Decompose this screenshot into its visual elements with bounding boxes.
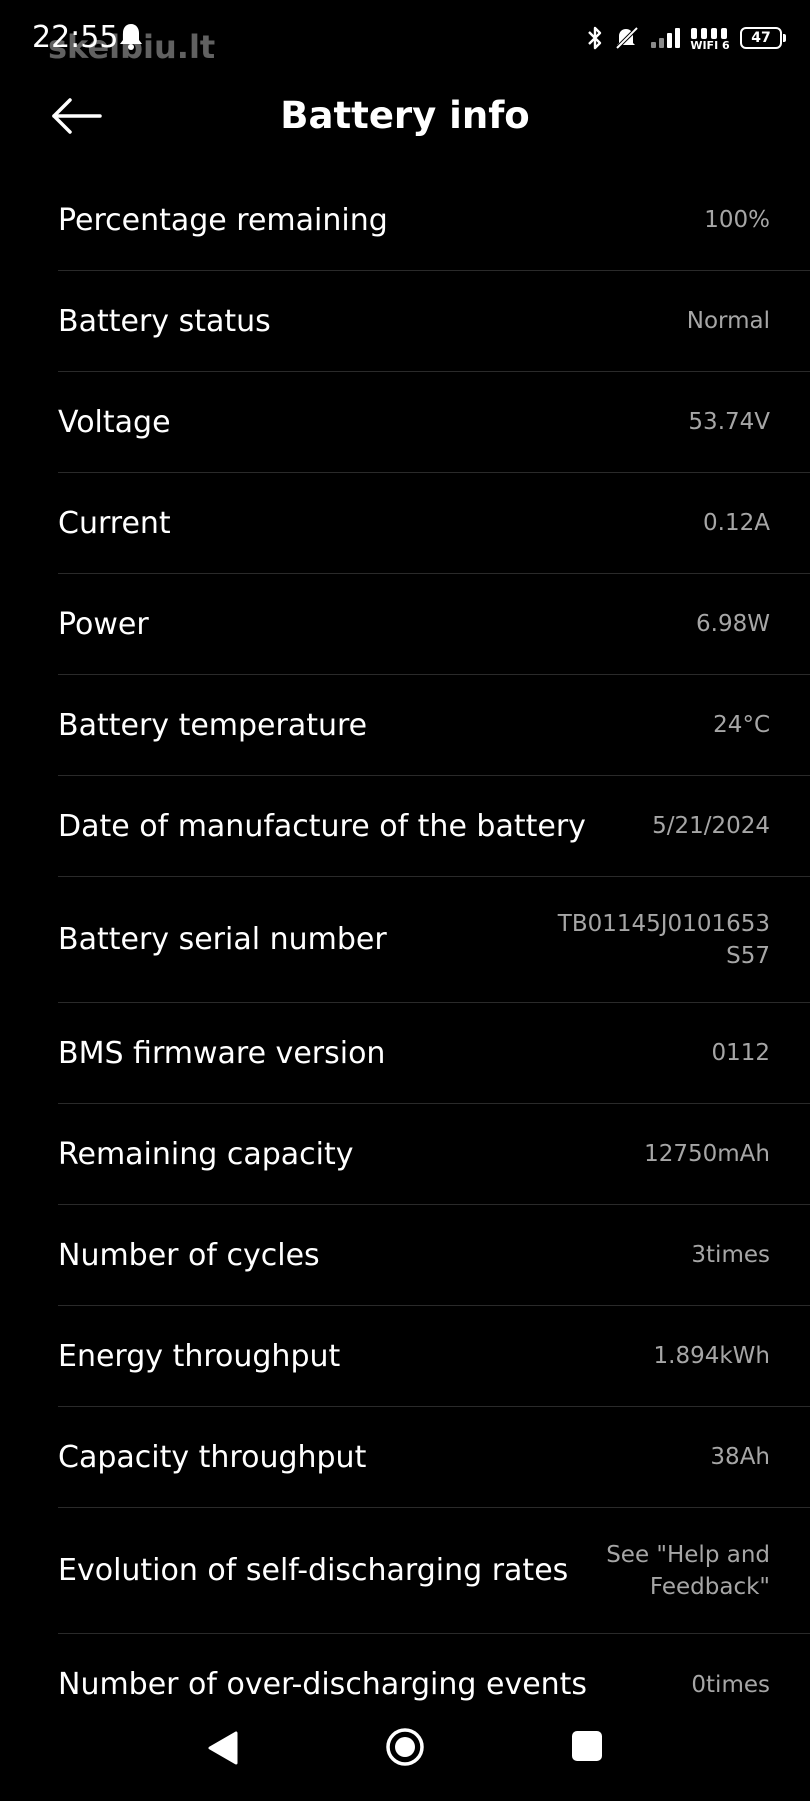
row-number-of-cycles: Number of cycles 3times <box>58 1205 810 1306</box>
row-value: 24°C <box>713 712 770 738</box>
row-percentage-remaining: Percentage remaining 100% <box>58 170 810 271</box>
battery-icon: 47 <box>740 27 786 49</box>
row-label: Percentage remaining <box>58 202 388 238</box>
header: Battery info <box>0 76 810 156</box>
row-value: 0.12A <box>703 510 770 536</box>
bluetooth-icon <box>588 26 602 50</box>
row-value: 0112 <box>711 1040 770 1066</box>
row-label: Remaining capacity <box>58 1136 354 1172</box>
wifi-label: WIFI 6 <box>690 38 730 52</box>
row-label: Capacity throughput <box>58 1439 367 1475</box>
wifi-indicator: WIFI 6 <box>690 26 730 51</box>
watermark: skelbiu.lt <box>48 28 216 66</box>
row-value: 12750mAh <box>644 1141 770 1167</box>
row-label: Battery temperature <box>58 707 368 743</box>
row-label: Energy throughput <box>58 1338 341 1374</box>
row-label: Voltage <box>58 404 171 440</box>
help-and-feedback-link[interactable]: See "Help and Feedback" <box>580 1539 770 1603</box>
row-current: Current 0.12A <box>58 473 810 574</box>
row-value: Normal <box>686 308 770 334</box>
row-label: Battery serial number <box>58 922 387 957</box>
row-value: 0times <box>691 1671 770 1698</box>
row-label: Number of over-discharging events <box>58 1667 588 1702</box>
wifi-icon <box>691 27 727 39</box>
row-label: Number of cycles <box>58 1237 320 1273</box>
row-power: Power 6.98W <box>58 574 810 675</box>
signal-icon <box>651 28 680 48</box>
row-value: 38Ah <box>710 1444 770 1470</box>
row-label: Date of manufacture of the battery <box>58 808 586 844</box>
row-value: 3times <box>691 1242 770 1268</box>
page-title: Battery info <box>280 94 530 137</box>
row-label: BMS firmware version <box>58 1035 386 1071</box>
row-label: Evolution of self-discharging rates <box>58 1553 569 1588</box>
row-value: 6.98W <box>696 611 770 637</box>
row-value: 5/21/2024 <box>652 813 770 839</box>
nav-home-icon[interactable] <box>385 1727 425 1767</box>
nav-recents-icon[interactable] <box>572 1731 602 1761</box>
row-value: 1.894kWh <box>653 1343 770 1369</box>
row-self-discharging-rates[interactable]: Evolution of self-discharging rates See … <box>58 1508 810 1634</box>
battery-level: 47 <box>751 30 771 46</box>
row-bms-firmware-version: BMS firmware version 0112 <box>58 1003 810 1104</box>
navigation-bar <box>0 1705 810 1801</box>
battery-info-list: Percentage remaining 100% Battery status… <box>0 170 810 1705</box>
row-remaining-capacity: Remaining capacity 12750mAh <box>58 1104 810 1205</box>
row-battery-temperature: Battery temperature 24°C <box>58 675 810 776</box>
row-voltage: Voltage 53.74V <box>58 372 810 473</box>
row-label: Battery status <box>58 303 271 339</box>
mute-icon <box>615 26 639 50</box>
row-value: TB01145J0101653S57 <box>557 910 770 969</box>
row-value: 53.74V <box>688 409 770 435</box>
row-date-of-manufacture: Date of manufacture of the battery 5/21/… <box>58 776 810 877</box>
nav-back-icon[interactable] <box>206 1729 240 1767</box>
row-battery-status: Battery status Normal <box>58 271 810 372</box>
row-energy-throughput: Energy throughput 1.894kWh <box>58 1306 810 1407</box>
row-over-discharging-events: Number of over-discharging events 0times <box>58 1634 810 1705</box>
row-label: Power <box>58 606 149 642</box>
row-value: 100% <box>704 207 770 233</box>
status-bar: 22:55 skelbiu.lt WIFI 6 47 <box>0 0 810 76</box>
row-capacity-throughput: Capacity throughput 38Ah <box>58 1407 810 1508</box>
row-label: Current <box>58 505 171 541</box>
row-battery-serial-number: Battery serial number TB01145J0101653S57 <box>58 877 810 1003</box>
status-icons: WIFI 6 47 <box>586 22 786 54</box>
